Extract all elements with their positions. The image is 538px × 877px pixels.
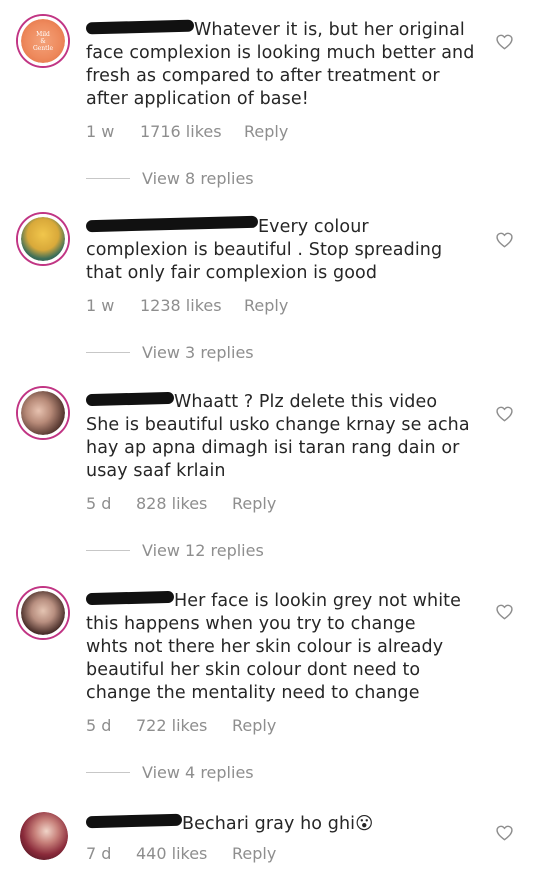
avatar[interactable] [18, 388, 68, 438]
comment-text-line: Her face is lookin grey not white [174, 591, 462, 611]
likes-count[interactable]: 1716 likes [140, 122, 244, 141]
redacted-username [85, 590, 175, 606]
reply-button[interactable]: Reply [244, 296, 288, 315]
view-replies-label: View 12 replies [142, 541, 264, 560]
heart-icon[interactable] [496, 825, 513, 841]
comment-text-line: beautiful her skin colour dont need to [86, 660, 421, 680]
avatar-image [21, 391, 65, 435]
reply-button[interactable]: Reply [232, 844, 276, 863]
reply-button[interactable]: Reply [244, 122, 288, 141]
timestamp: 7 d [86, 844, 112, 863]
view-replies-button[interactable]: View 3 replies [86, 343, 254, 362]
likes-count[interactable]: 722 likes [136, 716, 232, 735]
avatar-image [21, 591, 65, 635]
comment-text: Bechari gray ho ghi😮 [85, 813, 486, 836]
logo-text: Mild [36, 30, 50, 38]
avatar[interactable] [20, 812, 68, 860]
timestamp: 5 d [86, 716, 112, 735]
heart-icon[interactable] [496, 232, 513, 248]
comment-text-line: fresh as compared to after treatment or [86, 66, 440, 86]
likes-count[interactable]: 828 likes [136, 494, 232, 513]
avatar[interactable] [18, 214, 68, 264]
view-replies-button[interactable]: View 4 replies [86, 763, 254, 782]
redacted-username [85, 19, 195, 35]
comment-text: Her face is lookin grey not white this h… [85, 590, 486, 705]
comment-text-line: Whatever it is, but her original [194, 20, 465, 40]
comment-text-line: change the mentality need to change [86, 683, 420, 703]
comment-meta: 5 d 722 likes Reply [86, 716, 276, 735]
divider [86, 772, 130, 773]
avatar[interactable] [18, 588, 68, 638]
comment-meta: 7 d 440 likes Reply [86, 844, 276, 863]
redacted-username [85, 813, 183, 829]
comment-meta: 5 d 828 likes Reply [86, 494, 276, 513]
heart-icon[interactable] [496, 34, 513, 50]
comment-meta: 1 w 1238 likes Reply [86, 296, 288, 315]
heart-icon[interactable] [496, 604, 513, 620]
avatar-image [21, 217, 65, 261]
heart-icon[interactable] [496, 406, 513, 422]
comment-text-line: that only fair complexion is good [86, 263, 378, 283]
comment-text-line: hay ap apna dimagh isi taran rang dain o… [86, 438, 460, 458]
timestamp: 5 d [86, 494, 112, 513]
redacted-username [85, 391, 175, 407]
comment-text: Whatever it is, but her original face co… [85, 19, 486, 111]
divider [86, 550, 130, 551]
likes-count[interactable]: 440 likes [136, 844, 232, 863]
redacted-username [85, 215, 259, 233]
comment-text-line: usay saaf krlain [86, 461, 226, 481]
comment-text-line: She is beautiful usko change krnay se ac… [86, 415, 470, 435]
comment-text-line: Whaatt ? Plz delete this video [174, 392, 438, 412]
reply-button[interactable]: Reply [232, 716, 276, 735]
comment-text-line: after application of base! [86, 89, 309, 109]
comment-text-line: face complexion is looking much better a… [86, 43, 475, 63]
view-replies-button[interactable]: View 8 replies [86, 169, 254, 188]
view-replies-button[interactable]: View 12 replies [86, 541, 264, 560]
timestamp: 1 w [86, 296, 115, 315]
comment-text-line: this happens when you try to change [86, 614, 416, 634]
comment-text-line: Every colour [258, 217, 369, 237]
view-replies-label: View 3 replies [142, 343, 254, 362]
divider [86, 178, 130, 179]
logo-text: Gentle [32, 44, 54, 52]
comment-text: Whaatt ? Plz delete this video She is be… [85, 391, 486, 483]
brand-logo: Mild & Gentle [21, 19, 65, 63]
logo-text: & [40, 37, 46, 45]
reply-button[interactable]: Reply [232, 494, 276, 513]
divider [86, 352, 130, 353]
comment-text-line: Bechari gray ho ghi😮 [182, 814, 374, 834]
comment-meta: 1 w 1716 likes Reply [86, 122, 288, 141]
likes-count[interactable]: 1238 likes [140, 296, 244, 315]
comment-text: Every colour complexion is beautiful . S… [85, 215, 486, 285]
view-replies-label: View 4 replies [142, 763, 254, 782]
avatar[interactable]: Mild & Gentle [18, 16, 68, 66]
view-replies-label: View 8 replies [142, 169, 254, 188]
comment-text-line: complexion is beautiful . Stop spreading [86, 240, 443, 260]
timestamp: 1 w [86, 122, 115, 141]
comment-text-line: whts not there her skin colour is alread… [86, 637, 444, 657]
avatar-image [20, 812, 68, 860]
